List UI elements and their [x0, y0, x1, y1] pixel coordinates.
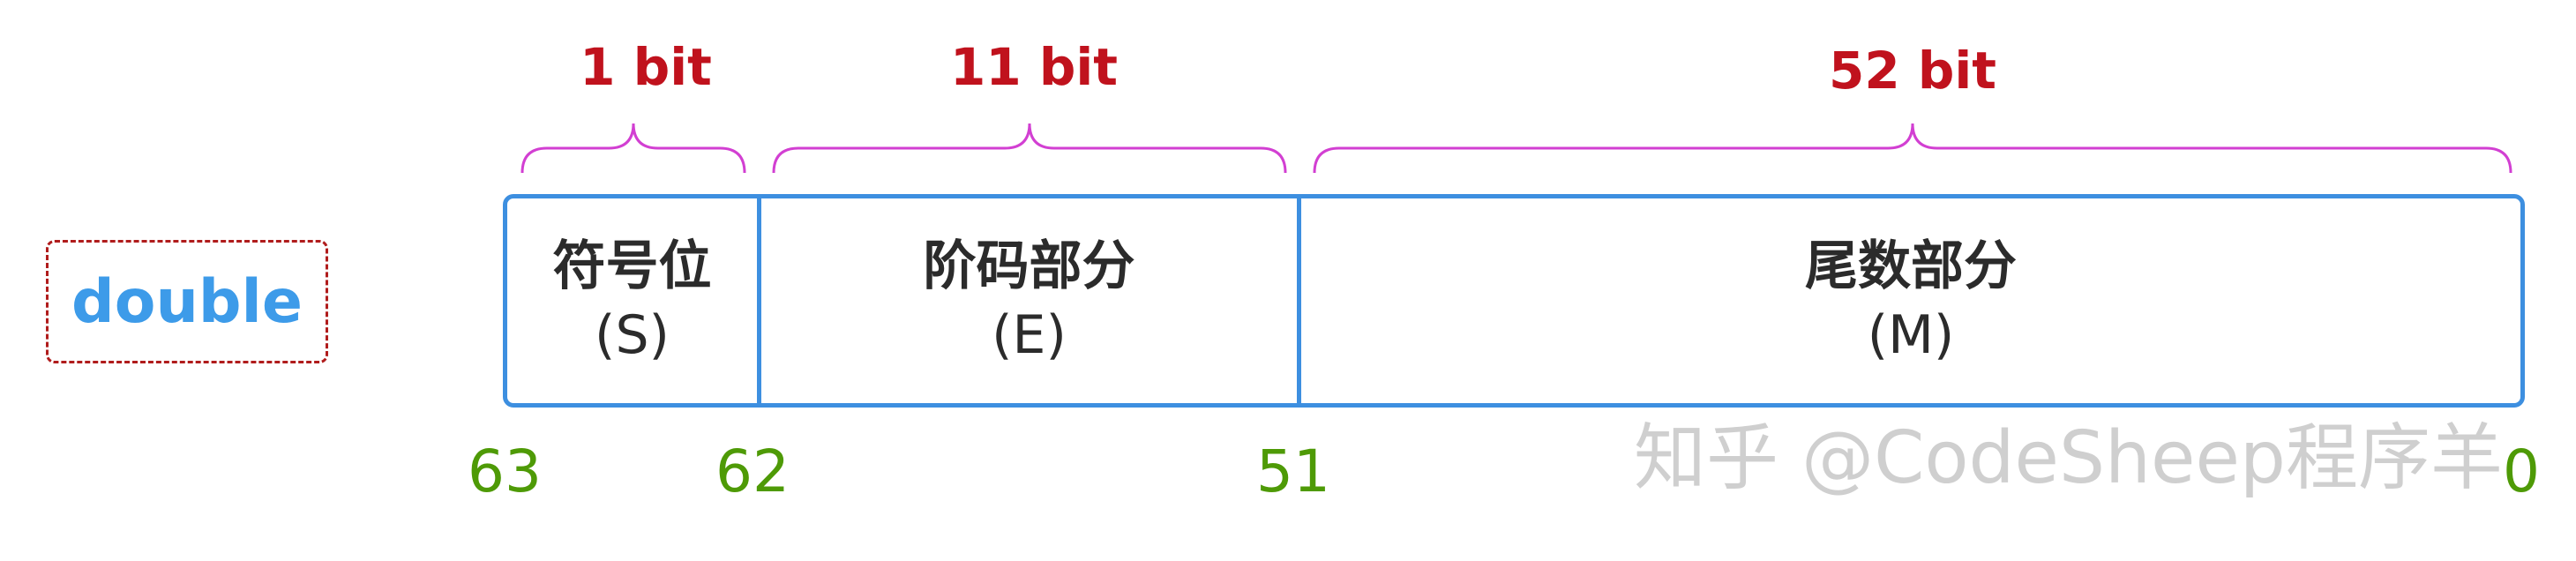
type-label-box: double: [46, 240, 328, 363]
field-exponent-name: 阶码部分: [923, 236, 1135, 297]
field-mantissa-name: 尾数部分: [1805, 236, 2017, 297]
field-sign-name: 符号位: [552, 236, 712, 297]
field-exponent-abbr: (E): [992, 304, 1067, 366]
bit-layout-box: 符号位 (S) 阶码部分 (E) 尾数部分 (M): [503, 194, 2525, 408]
field-mantissa: 尾数部分 (M): [1297, 198, 2520, 403]
field-exponent: 阶码部分 (E): [757, 198, 1297, 403]
field-sign: 符号位 (S): [507, 198, 757, 403]
bit-width-mantissa: 52 bit: [1828, 41, 1997, 101]
bit-width-sign: 1 bit: [580, 37, 712, 97]
bit-position-63: 63: [468, 438, 542, 505]
bit-position-0: 0: [2503, 438, 2540, 505]
bit-position-51: 51: [1256, 438, 1330, 505]
brace-sign: [520, 123, 746, 174]
brace-exponent: [772, 123, 1287, 174]
field-sign-abbr: (S): [595, 304, 670, 366]
watermark: 知乎 @CodeSheep程序羊: [1634, 416, 2503, 500]
brace-mantissa: [1313, 123, 2512, 174]
field-mantissa-abbr: (M): [1867, 304, 1955, 366]
bit-width-exponent: 11 bit: [949, 37, 1119, 97]
float-format-diagram: 1 bit 11 bit 52 bit double 符号位 (S) 阶码部分 …: [0, 0, 2576, 561]
type-label: double: [71, 266, 303, 337]
bit-position-62: 62: [715, 438, 790, 505]
